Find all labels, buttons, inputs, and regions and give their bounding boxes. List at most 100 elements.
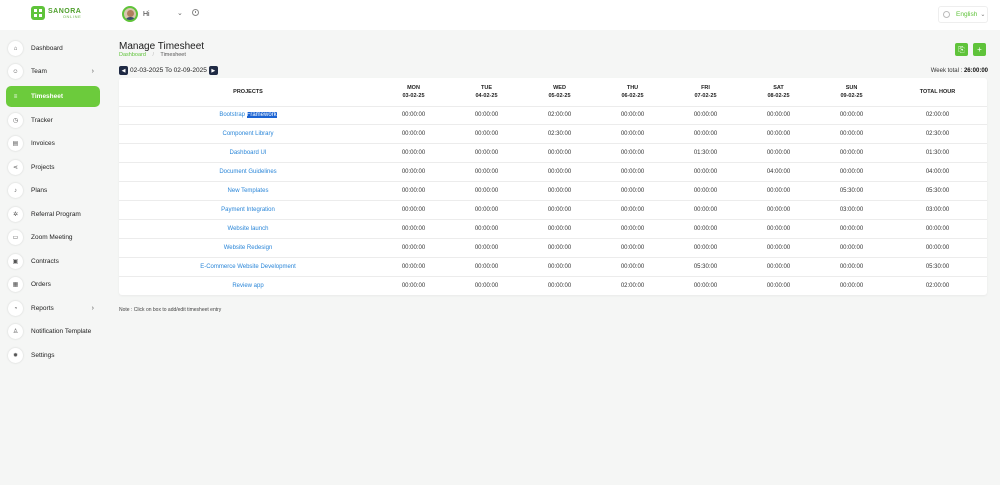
user-menu[interactable]: Hi ⌄	[122, 4, 186, 24]
sidebar-item-notification-template[interactable]: ♙ Notification Template	[6, 321, 100, 342]
previous-week-button[interactable]: ◀	[119, 66, 128, 75]
time-cell[interactable]: 00:00:00	[377, 275, 450, 295]
time-cell[interactable]: 00:00:00	[742, 105, 815, 125]
sidebar-item-zoom-meeting[interactable]: ▭ Zoom Meeting	[6, 227, 100, 248]
time-cell[interactable]: 00:00:00	[523, 218, 596, 239]
sidebar-item-invoices[interactable]: ▤ Invoices	[6, 133, 100, 154]
time-cell[interactable]: 00:00:00	[669, 124, 742, 144]
time-cell[interactable]: 00:00:00	[596, 199, 669, 220]
brand-logo[interactable]: SANORA ONLINE	[31, 6, 81, 20]
time-cell[interactable]: 00:00:00	[669, 162, 742, 182]
time-cell[interactable]: 04:00:00	[742, 162, 815, 182]
project-link[interactable]: Component Library	[119, 124, 377, 144]
time-cell[interactable]: 05:30:00	[669, 256, 742, 277]
time-cell[interactable]: 00:00:00	[377, 218, 450, 239]
time-cell[interactable]: 00:00:00	[742, 143, 815, 163]
sidebar-item-team[interactable]: ☺ Team ›	[6, 61, 100, 82]
time-cell[interactable]: 00:00:00	[815, 275, 888, 295]
sidebar-item-reports[interactable]: ◔ Reports ›	[6, 298, 100, 319]
project-link[interactable]: Review app	[119, 275, 377, 295]
breadcrumb-dashboard-link[interactable]: Dashboard	[119, 52, 146, 58]
sidebar-item-tracker[interactable]: ◷ Tracker	[6, 110, 100, 131]
time-cell[interactable]: 00:00:00	[596, 143, 669, 163]
time-cell[interactable]: 00:00:00	[815, 105, 888, 125]
time-cell[interactable]: 00:00:00	[450, 181, 523, 201]
time-cell[interactable]: 00:00:00	[377, 256, 450, 277]
time-cell[interactable]: 00:00:00	[377, 124, 450, 144]
time-cell[interactable]: 00:00:00	[596, 181, 669, 201]
time-cell[interactable]: 00:00:00	[450, 275, 523, 295]
sidebar-item-orders[interactable]: ▦ Orders	[6, 274, 100, 295]
time-cell[interactable]: 00:00:00	[523, 256, 596, 277]
language-selector[interactable]: English ⌄	[938, 6, 988, 23]
time-cell[interactable]: 05:30:00	[815, 181, 888, 201]
clock-icon[interactable]	[192, 9, 199, 16]
sidebar-item-timesheet[interactable]: ≡ Timesheet	[6, 86, 100, 107]
time-cell[interactable]: 00:00:00	[742, 237, 815, 258]
time-cell[interactable]: 00:00:00	[669, 275, 742, 295]
export-button[interactable]: ⎘	[955, 43, 968, 56]
time-cell[interactable]: 00:00:00	[742, 256, 815, 277]
time-cell[interactable]: 02:30:00	[523, 124, 596, 144]
time-cell[interactable]: 00:00:00	[669, 237, 742, 258]
time-cell[interactable]: 00:00:00	[377, 237, 450, 258]
time-cell[interactable]: 00:00:00	[377, 143, 450, 163]
next-week-button[interactable]: ▶	[208, 66, 218, 75]
time-cell[interactable]: 02:00:00	[596, 275, 669, 295]
time-cell[interactable]: 00:00:00	[523, 181, 596, 201]
project-link[interactable]: Dashboard UI	[119, 143, 377, 163]
time-cell[interactable]: 00:00:00	[523, 237, 596, 258]
time-cell[interactable]: 00:00:00	[450, 256, 523, 277]
time-cell[interactable]: 00:00:00	[377, 162, 450, 182]
time-cell[interactable]: 00:00:00	[742, 199, 815, 220]
project-link[interactable]: Website Redesign	[119, 237, 377, 258]
time-cell[interactable]: 00:00:00	[669, 218, 742, 239]
project-link[interactable]: New Templates	[119, 181, 377, 201]
time-cell[interactable]: 00:00:00	[815, 124, 888, 144]
project-link[interactable]: E-Commerce Website Development	[119, 256, 377, 277]
project-link[interactable]: Bootstrap Framework	[119, 105, 377, 125]
time-cell[interactable]: 00:00:00	[523, 143, 596, 163]
time-cell[interactable]: 00:00:00	[377, 181, 450, 201]
time-cell[interactable]: 00:00:00	[377, 199, 450, 220]
time-cell[interactable]: 00:00:00	[742, 218, 815, 239]
time-cell[interactable]: 00:00:00	[815, 162, 888, 182]
time-cell[interactable]: 00:00:00	[669, 181, 742, 201]
time-cell[interactable]: 00:00:00	[742, 275, 815, 295]
sidebar-item-projects[interactable]: ⋖ Projects	[6, 157, 100, 178]
time-cell[interactable]: 00:00:00	[523, 162, 596, 182]
time-cell[interactable]: 00:00:00	[815, 237, 888, 258]
time-cell[interactable]: 00:00:00	[742, 124, 815, 144]
sidebar-item-referral-program[interactable]: ✲ Referral Program	[6, 204, 100, 225]
time-cell[interactable]: 01:30:00	[669, 143, 742, 163]
time-cell[interactable]: 00:00:00	[377, 105, 450, 125]
time-cell[interactable]: 00:00:00	[450, 199, 523, 220]
time-cell[interactable]: 00:00:00	[596, 237, 669, 258]
time-cell[interactable]: 00:00:00	[450, 124, 523, 144]
time-cell[interactable]: 00:00:00	[669, 105, 742, 125]
time-cell[interactable]: 00:00:00	[450, 218, 523, 239]
project-link[interactable]: Document Guidelines	[119, 162, 377, 182]
project-link[interactable]: Website launch	[119, 218, 377, 239]
time-cell[interactable]: 00:00:00	[815, 143, 888, 163]
sidebar-item-plans[interactable]: ♪ Plans	[6, 180, 100, 201]
time-cell[interactable]: 00:00:00	[596, 105, 669, 125]
time-cell[interactable]: 00:00:00	[815, 256, 888, 277]
time-cell[interactable]: 00:00:00	[596, 218, 669, 239]
time-cell[interactable]: 00:00:00	[596, 162, 669, 182]
time-cell[interactable]: 00:00:00	[596, 256, 669, 277]
time-cell[interactable]: 00:00:00	[450, 105, 523, 125]
time-cell[interactable]: 03:00:00	[815, 199, 888, 220]
time-cell[interactable]: 00:00:00	[450, 237, 523, 258]
add-timesheet-button[interactable]: +	[973, 43, 986, 56]
time-cell[interactable]: 00:00:00	[669, 199, 742, 220]
time-cell[interactable]: 00:00:00	[815, 218, 888, 239]
project-link[interactable]: Payment Integration	[119, 199, 377, 220]
time-cell[interactable]: 00:00:00	[450, 143, 523, 163]
time-cell[interactable]: 00:00:00	[742, 181, 815, 201]
sidebar-item-settings[interactable]: ✹ Settings	[6, 345, 100, 366]
time-cell[interactable]: 00:00:00	[596, 124, 669, 144]
sidebar-item-dashboard[interactable]: ⌂ Dashboard	[6, 38, 100, 59]
time-cell[interactable]: 00:00:00	[523, 275, 596, 295]
sidebar-item-contracts[interactable]: ▣ Contracts	[6, 251, 100, 272]
